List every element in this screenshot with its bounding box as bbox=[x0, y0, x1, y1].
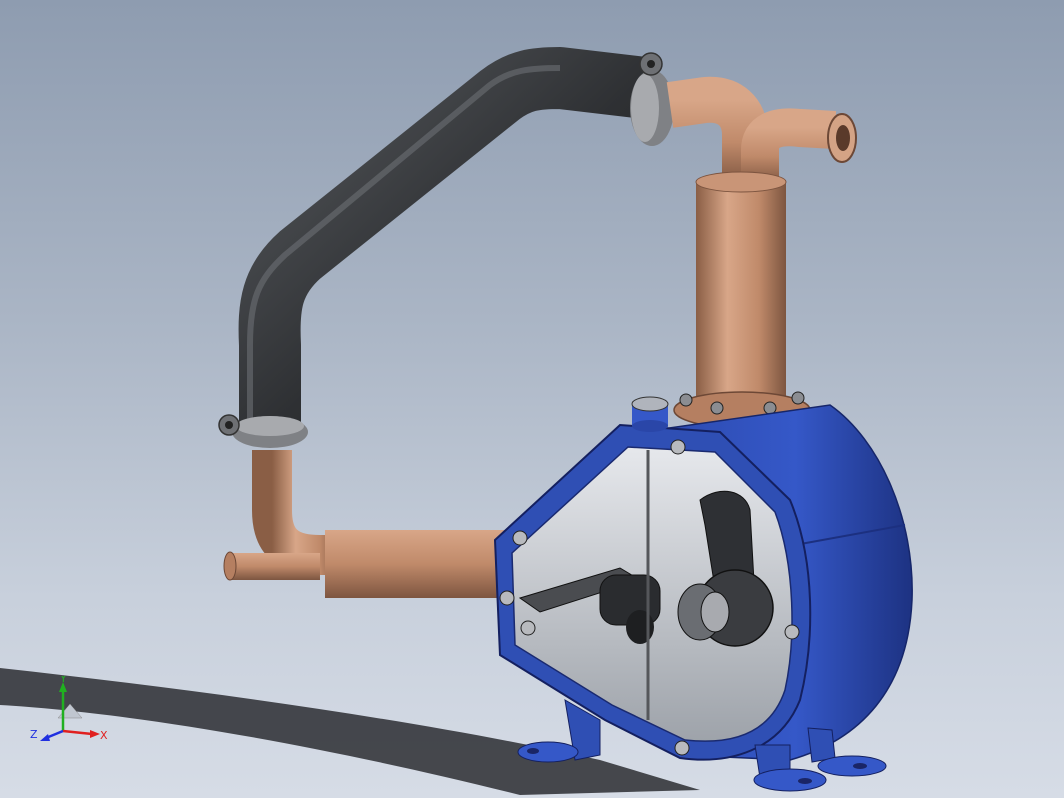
copper-inlet-pipe[interactable] bbox=[325, 530, 505, 598]
x-axis-label: X bbox=[100, 729, 108, 742]
z-axis-label: Z bbox=[30, 728, 38, 741]
x-axis-arrow bbox=[90, 730, 100, 738]
z-axis-arrow bbox=[40, 734, 50, 741]
pump-assembly-model[interactable] bbox=[0, 0, 1064, 798]
copper-vertical-pipe[interactable] bbox=[696, 180, 786, 405]
bottom-hose-clamp[interactable] bbox=[218, 414, 308, 448]
fill-cap[interactable] bbox=[631, 396, 669, 432]
triad-origin-cone bbox=[57, 703, 83, 719]
cad-viewport[interactable]: Y X Z bbox=[0, 0, 1064, 798]
view-orientation-triad[interactable]: Y X Z bbox=[30, 676, 110, 746]
y-axis-label: Y bbox=[59, 676, 67, 685]
copper-inlet-stub[interactable] bbox=[230, 553, 320, 580]
x-axis-line bbox=[62, 729, 93, 736]
rubber-hose[interactable] bbox=[238, 47, 649, 430]
